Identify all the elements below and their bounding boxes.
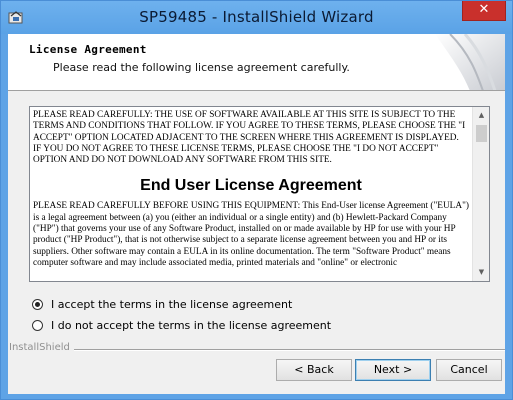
accept-label: I accept the terms in the license agreem… [51, 297, 293, 311]
separator [74, 349, 505, 351]
license-body: PLEASE READ CAREFULLY BEFORE USING THIS … [33, 201, 469, 268]
scroll-down-icon[interactable]: ▼ [473, 264, 489, 281]
scroll-thumb[interactable] [476, 125, 487, 142]
wizard-header: License Agreement Please read the follow… [8, 34, 505, 91]
license-text-box[interactable]: PLEASE READ CAREFULLY: THE USE OF SOFTWA… [29, 106, 490, 282]
license-content: PLEASE READ CAREFULLY: THE USE OF SOFTWA… [33, 110, 469, 269]
license-scrollbar[interactable]: ▲ ▼ [472, 107, 489, 281]
installshield-brand: InstallShield [8, 342, 505, 356]
decline-radio[interactable] [32, 319, 43, 331]
cancel-button[interactable]: Cancel [436, 359, 502, 381]
wizard-body: License Agreement Please read the follow… [8, 34, 505, 394]
brand-label: InstallShield [9, 342, 70, 353]
decline-label: I do not accept the terms in the license… [51, 318, 332, 332]
page-subtitle: Please read the following license agreem… [53, 61, 350, 74]
header-graphic-icon [435, 34, 505, 90]
next-button[interactable]: Next > [355, 359, 431, 381]
title-bar[interactable]: SP59485 - InstallShield Wizard ✕ [1, 1, 512, 34]
back-button[interactable]: < Back [276, 359, 352, 381]
license-intro: PLEASE READ CAREFULLY: THE USE OF SOFTWA… [33, 110, 466, 166]
accept-radio[interactable] [32, 298, 43, 310]
close-icon: ✕ [478, 2, 490, 17]
eula-heading: End User License Agreement [140, 177, 362, 195]
accept-option[interactable]: I accept the terms in the license agreem… [32, 296, 292, 312]
decline-option[interactable]: I do not accept the terms in the license… [32, 317, 331, 333]
close-button[interactable]: ✕ [462, 1, 506, 21]
scroll-up-icon[interactable]: ▲ [473, 107, 489, 124]
installer-window: SP59485 - InstallShield Wizard ✕ License… [0, 0, 513, 400]
window-title: SP59485 - InstallShield Wizard [139, 8, 374, 26]
page-title: License Agreement [29, 43, 147, 56]
